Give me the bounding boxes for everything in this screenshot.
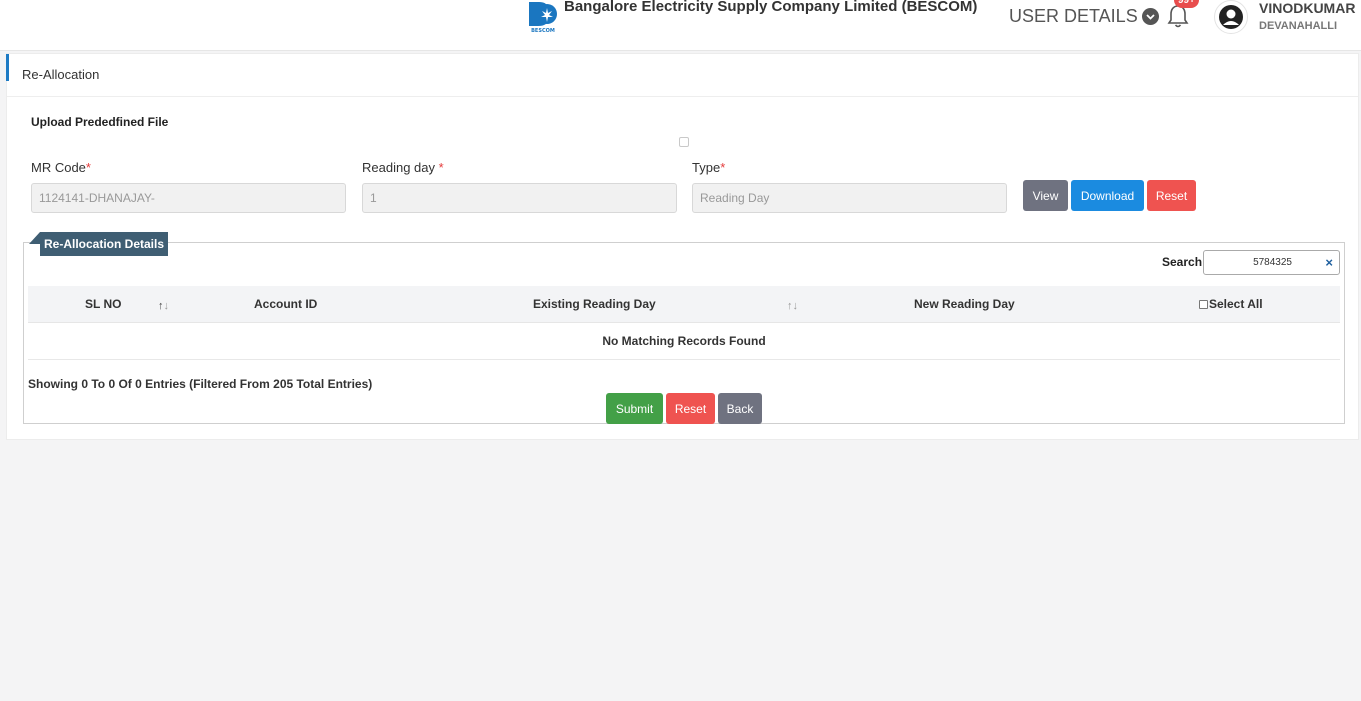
empty-table-row: No Matching Records Found (28, 323, 1340, 360)
select-all-checkbox[interactable]: Select All (1199, 297, 1263, 311)
reallocation-details-panel: Re-Allocation Details Search: × SL NO ↑↓… (23, 232, 1345, 424)
type-label-text: Type (692, 160, 721, 175)
reading-day-label: Reading day * (362, 160, 444, 175)
type-field[interactable] (692, 183, 1007, 213)
submit-button[interactable]: Submit (606, 393, 663, 424)
user-location: DEVANAHALLI (1259, 20, 1338, 32)
page-title: Re-Allocation (22, 67, 100, 82)
title-accent-bar (6, 54, 9, 81)
avatar[interactable] (1214, 0, 1248, 34)
entries-info: Showing 0 To 0 Of 0 Entries (Filtered Fr… (28, 377, 373, 391)
notification-badge[interactable]: 99+ (1174, 0, 1199, 8)
bescom-logo-icon: BESCOM (526, 0, 560, 34)
reading-day-label-text: Reading day (362, 160, 435, 175)
table-header: SL NO ↑↓ Account ID Existing Reading Day… (28, 286, 1340, 323)
search-box: × (1203, 250, 1340, 275)
mr-code-label-text: MR Code (31, 160, 86, 175)
user-name: VINODKUMAR (1259, 0, 1356, 16)
back-button[interactable]: Back (718, 393, 762, 424)
column-existing-reading-day[interactable]: Existing Reading Day (533, 297, 656, 311)
required-mark: * (720, 160, 726, 175)
mr-code-label: MR Code* (31, 160, 91, 175)
reallocation-card: Re-Allocation Upload Prededfined File MR… (6, 53, 1359, 440)
search-input[interactable] (1204, 251, 1324, 274)
select-all-label: Select All (1209, 297, 1263, 311)
column-new-reading-day[interactable]: New Reading Day (914, 297, 1015, 311)
sort-icon[interactable]: ↑↓ (787, 300, 798, 312)
view-button[interactable]: View (1023, 180, 1068, 211)
chevron-down-icon (1141, 8, 1159, 25)
user-details-menu[interactable]: USER DETAILS (1009, 6, 1159, 27)
search-label: Search: (1162, 255, 1207, 269)
checkbox-icon[interactable] (1199, 299, 1208, 309)
reset-form-button[interactable]: Reset (1147, 180, 1196, 211)
company-name: Bangalore Electricity Supply Company Lim… (564, 0, 978, 15)
required-mark: * (438, 160, 444, 175)
upload-predefined-file-label: Upload Prededfined File (31, 115, 169, 129)
card-header: Re-Allocation (6, 54, 1358, 97)
mr-code-field[interactable] (31, 183, 346, 213)
download-button[interactable]: Download (1071, 180, 1144, 211)
user-avatar-icon (1219, 5, 1243, 29)
details-legend: Re-Allocation Details (28, 232, 169, 256)
column-account-id[interactable]: Account ID (254, 297, 317, 311)
upload-predefined-file-checkbox[interactable] (679, 137, 689, 147)
required-mark: * (85, 160, 91, 175)
clear-search-icon[interactable]: × (1325, 255, 1333, 270)
top-header: BESCOM Bangalore Electricity Supply Comp… (0, 0, 1361, 51)
sort-icon[interactable]: ↑↓ (158, 300, 169, 312)
type-label: Type* (692, 160, 725, 175)
reset-button[interactable]: Reset (666, 393, 715, 424)
reading-day-field[interactable] (362, 183, 677, 213)
user-details-label: USER DETAILS (1009, 6, 1138, 26)
logo-text: BESCOM (531, 28, 555, 34)
column-sl-no[interactable]: SL NO (85, 297, 121, 311)
